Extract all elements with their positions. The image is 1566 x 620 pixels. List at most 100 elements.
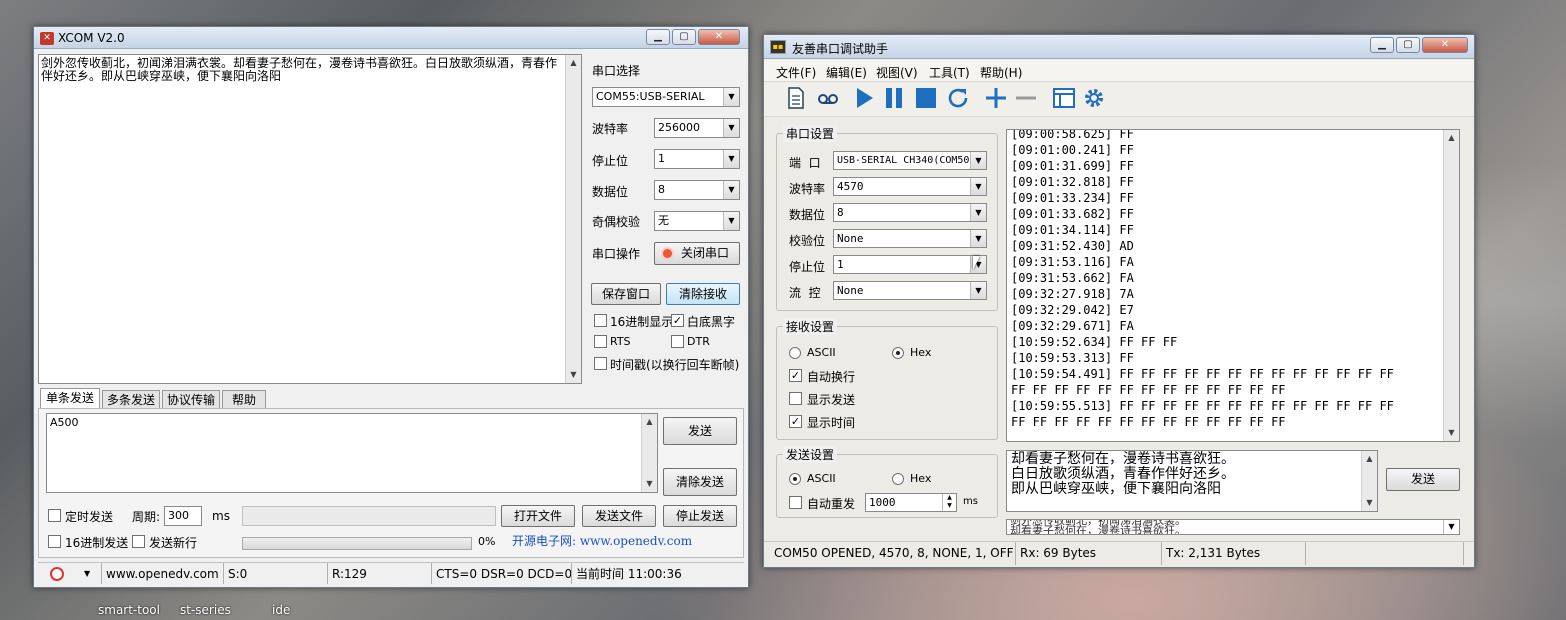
xcom-title-bar[interactable]: ✕ XCOM V2.0 ▁ ▢ ✕	[34, 27, 748, 49]
maximize-icon[interactable]: ▢	[1396, 37, 1420, 53]
send-history-select[interactable]: 剑外忽传收蓟北，初闻涕泪满衣裳。 却看妻子愁何在，漫卷诗书喜欲狂。 ▼	[1006, 519, 1460, 535]
receive-line: [09:31:52.430] AD	[1011, 239, 1134, 253]
youshan-title-bar[interactable]: ▪▪ 友善串口调试助手 ▁ ▢ ✕	[764, 35, 1474, 59]
receive-line: [10:59:53.313] FF	[1011, 351, 1134, 365]
period-input[interactable]: 300	[164, 506, 202, 526]
youshan-receive-area[interactable]: [09:00:58.625] FF [09:01:00.241] FF [09:01…	[1006, 129, 1460, 442]
status-settings[interactable]: ▼	[38, 563, 102, 584]
rts-label: RTS	[610, 335, 631, 348]
xcom-receive-area[interactable]: 剑外忽传收蓟北，初闻涕泪满衣裳。却看妻子愁何在，漫卷诗书喜欲狂。白日放歌须纵酒，…	[38, 54, 582, 384]
menu-view[interactable]: 视图(V)	[876, 64, 918, 81]
ydata-select[interactable]: 8 ▼	[833, 203, 987, 222]
baud-select[interactable]: 256000 ▼	[654, 118, 740, 138]
scroll-up-icon[interactable]: ▲	[1444, 130, 1459, 146]
dtr-checkbox[interactable]	[671, 335, 684, 348]
xcom-send-scrollbar[interactable]: ▲ ▼	[641, 414, 657, 492]
tab-multi-send[interactable]: 多条发送	[102, 390, 160, 410]
open-file-button[interactable]: 打开文件	[501, 505, 575, 527]
send-newline-checkbox[interactable]	[132, 535, 145, 548]
xcom-send-area[interactable]: A500 ▲ ▼	[46, 413, 658, 493]
data-select[interactable]: 8 ▼	[654, 180, 740, 200]
maximize-icon[interactable]: ▢	[672, 29, 696, 45]
xcom-tab-strip: 单条发送 多条发送 协议传输 帮助	[40, 388, 740, 410]
youshan-send-scrollbar[interactable]: ▲ ▼	[1361, 451, 1377, 511]
scroll-down-icon[interactable]: ▼	[642, 476, 657, 492]
send-button[interactable]: 发送	[663, 417, 737, 445]
hex-send-checkbox[interactable]	[48, 535, 61, 548]
timestamp-checkbox[interactable]	[594, 357, 607, 370]
stop-icon[interactable]	[914, 86, 938, 110]
taskbar-label-st-series[interactable]: st-series	[180, 603, 231, 617]
show-send-checkbox[interactable]	[789, 392, 802, 405]
show-time-label: 显示时间	[807, 416, 856, 430]
close-icon[interactable]: ✕	[698, 29, 740, 45]
youshan-send-area[interactable]: 却看妻子愁何在，漫卷诗书喜欲狂。 白日放歌须纵酒，青春作伴好还乡。 即从巴峡穿巫峡，…	[1006, 450, 1378, 512]
tab-help[interactable]: 帮助	[222, 390, 266, 410]
refresh-icon[interactable]	[946, 86, 970, 110]
document-icon[interactable]	[784, 86, 808, 110]
scroll-up-icon[interactable]: ▲	[642, 414, 657, 430]
rts-checkbox[interactable]	[594, 335, 607, 348]
stop-send-button[interactable]: 停止发送	[663, 505, 737, 527]
resend-interval-input[interactable]: 1000 ▲ ▼	[865, 493, 957, 512]
scroll-up-icon[interactable]: ▲	[1362, 451, 1377, 467]
menu-edit[interactable]: 编辑(E)	[826, 64, 867, 81]
minimize-icon[interactable]: ▁	[646, 29, 670, 45]
port-select[interactable]: COM55:USB-SERIAL ▼	[592, 87, 740, 107]
close-icon[interactable]: ✕	[1422, 37, 1468, 53]
ybaud-label: 波特率	[789, 182, 826, 196]
yparity-select[interactable]: None ▼	[833, 229, 987, 248]
mouse-cursor-icon	[973, 256, 980, 270]
taskbar-label-smart-tool[interactable]: smart-tool	[98, 603, 160, 617]
recv-ascii-radio[interactable]	[789, 347, 801, 359]
minimize-icon[interactable]: ▁	[1370, 37, 1394, 53]
clear-receive-button[interactable]: 清除接收	[666, 283, 740, 305]
save-window-button[interactable]: 保存窗口	[591, 283, 661, 305]
menu-file[interactable]: 文件(F)	[776, 64, 816, 81]
baud-value: 256000	[658, 121, 700, 134]
close-port-button[interactable]: 关闭串口	[654, 242, 740, 265]
tape-icon[interactable]	[816, 86, 840, 110]
recv-hex-radio[interactable]	[892, 347, 904, 359]
send-hex-radio[interactable]	[892, 473, 904, 485]
yport-select[interactable]: USB-SERIAL CH340(COM50 ▼	[833, 151, 987, 170]
status-site[interactable]: www.openedv.com	[102, 563, 224, 584]
minus-icon[interactable]	[1014, 86, 1038, 110]
stop-select[interactable]: 1 ▼	[654, 149, 740, 169]
tab-single-send[interactable]: 单条发送	[40, 388, 100, 410]
show-time-checkbox[interactable]: ✓	[789, 415, 802, 428]
xcom-receive-scrollbar[interactable]: ▲ ▼	[565, 55, 581, 383]
pause-icon[interactable]	[882, 86, 906, 110]
tab-protocol[interactable]: 协议传输	[162, 390, 220, 410]
hex-display-checkbox[interactable]	[594, 314, 607, 327]
menu-tools[interactable]: 工具(T)	[929, 64, 970, 81]
scroll-up-icon[interactable]: ▲	[566, 55, 581, 71]
timed-send-checkbox[interactable]	[48, 509, 61, 522]
scroll-down-icon[interactable]: ▼	[1362, 495, 1377, 511]
youshan-receive-scrollbar[interactable]: ▲ ▼	[1443, 130, 1459, 441]
site-banner[interactable]: 开源电子网: www.openedv.com	[512, 532, 692, 549]
plus-icon[interactable]	[984, 86, 1008, 110]
parity-select[interactable]: 无 ▼	[654, 211, 740, 231]
auto-resend-checkbox[interactable]	[789, 496, 802, 509]
ystop-select[interactable]: 1 ▼	[833, 255, 987, 274]
yflow-select[interactable]: None ▼	[833, 281, 987, 300]
menu-bar: 文件(F) 编辑(E) 视图(V) 工具(T) 帮助(H)	[764, 60, 1474, 82]
play-icon[interactable]	[852, 86, 876, 110]
send-file-button[interactable]: 发送文件	[582, 505, 656, 527]
spin-icon[interactable]: ▲ ▼	[942, 494, 956, 511]
menu-help[interactable]: 帮助(H)	[980, 64, 1022, 81]
window-icon[interactable]	[1052, 86, 1076, 110]
clear-send-button[interactable]: 清除发送	[663, 468, 737, 496]
white-bg-checkbox[interactable]: ✓	[671, 314, 684, 327]
ybaud-select[interactable]: 4570 ▼	[833, 177, 987, 196]
taskbar-label-ide[interactable]: ide	[272, 603, 290, 617]
file-path-field[interactable]	[242, 506, 496, 526]
scroll-down-icon[interactable]: ▼	[1444, 425, 1459, 441]
youshan-send-button[interactable]: 发送	[1386, 468, 1460, 491]
chevron-down-icon[interactable]: ▼	[1443, 520, 1459, 534]
scroll-down-icon[interactable]: ▼	[566, 367, 581, 383]
gear-icon[interactable]	[1082, 86, 1106, 110]
send-ascii-radio[interactable]	[789, 473, 801, 485]
auto-wrap-checkbox[interactable]: ✓	[789, 369, 802, 382]
